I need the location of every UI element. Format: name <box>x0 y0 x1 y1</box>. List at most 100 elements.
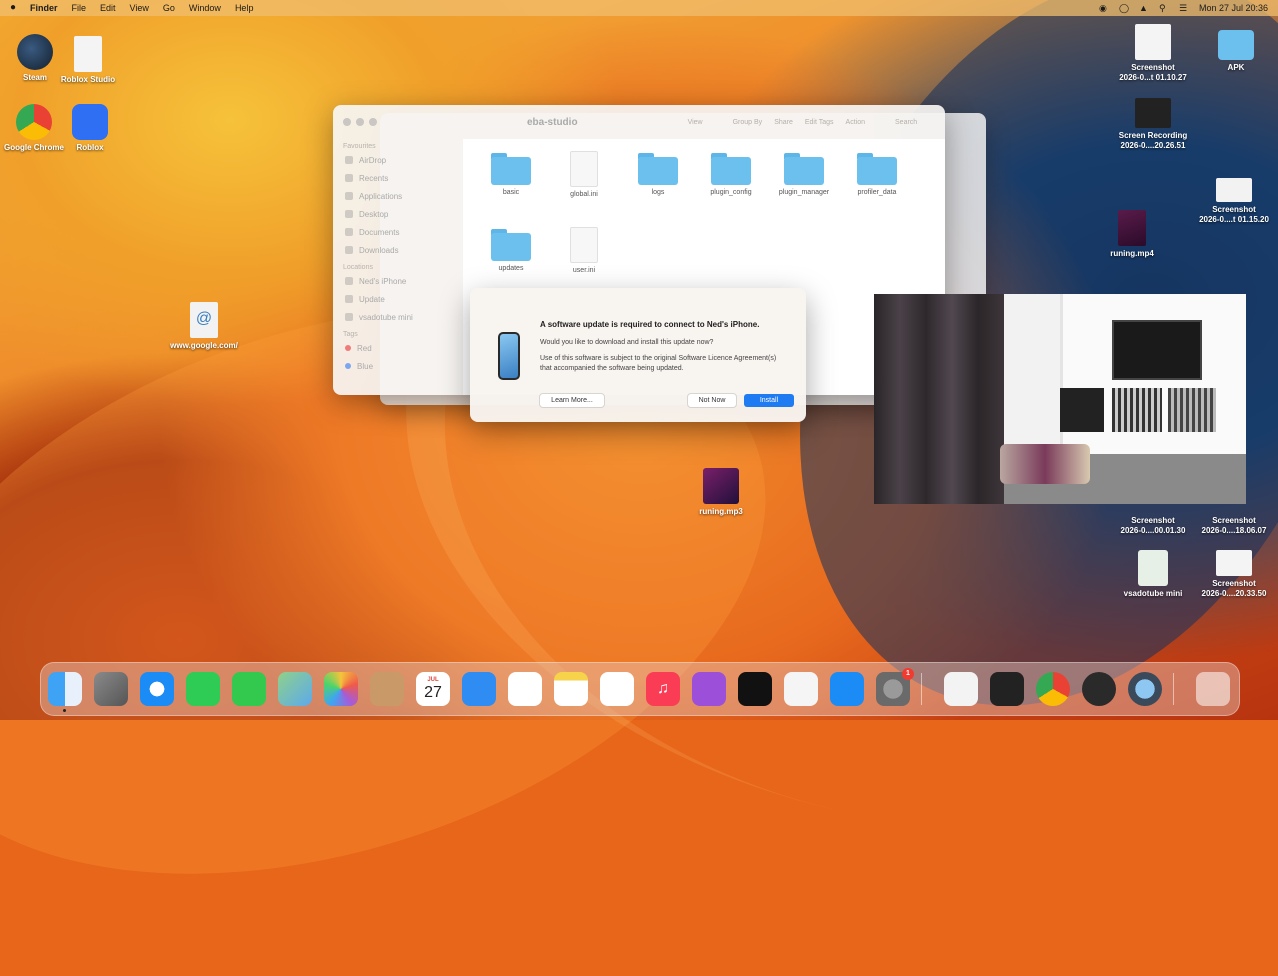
sidebar-item-label: Applications <box>359 191 403 201</box>
sidebar-item-recents[interactable]: Recents <box>345 172 463 184</box>
freeform-icon[interactable] <box>600 672 634 706</box>
terminal-icon[interactable] <box>990 672 1024 706</box>
file-item-updates[interactable]: updates <box>476 229 546 272</box>
chrome-icon[interactable] <box>1036 672 1070 706</box>
sidebar-item-label: Red <box>357 343 372 353</box>
close-button[interactable] <box>343 118 351 126</box>
calendar-icon[interactable]: JUL 27 <box>416 672 450 706</box>
sidebar-item-downloads[interactable]: Downloads <box>345 244 463 256</box>
search-icon[interactable]: ⚲ <box>1159 3 1169 13</box>
trash-icon[interactable] <box>1196 672 1230 706</box>
desktop-icon-running-mp4[interactable]: runing.mp4 <box>1092 210 1172 259</box>
camera-shelf-cube <box>1168 388 1216 432</box>
desktop-icon-google-link[interactable]: @ www.google.com/ <box>164 302 244 351</box>
tv-icon[interactable] <box>738 672 772 706</box>
desktop-icon-apk[interactable]: APK <box>1196 26 1276 73</box>
music-icon[interactable]: ♫ <box>646 672 680 706</box>
file-item-plugin-manager[interactable]: plugin_manager <box>769 153 839 196</box>
quicktime-icon[interactable] <box>1128 672 1162 706</box>
toolbar-view[interactable]: View <box>688 119 703 126</box>
file-item-global-ini[interactable]: global.ini <box>549 151 619 198</box>
desktop-icon-roblox-studio[interactable]: Roblox Studio <box>48 36 128 85</box>
wifi-icon[interactable]: ▲ <box>1139 3 1149 13</box>
maps-icon[interactable] <box>278 672 312 706</box>
desktop-icon-screenshot[interactable]: Screenshot 2026-0...t 01.10.27 <box>1113 24 1193 83</box>
system-settings-icon[interactable]: 1 <box>876 668 914 706</box>
minimize-button[interactable] <box>356 118 364 126</box>
textedit-icon[interactable] <box>944 672 978 706</box>
file-item-user-ini[interactable]: user.ini <box>549 227 619 274</box>
sidebar-item-update[interactable]: Update <box>345 293 463 305</box>
toolbar-share[interactable]: Share <box>774 119 793 126</box>
toolbar-action[interactable]: Action <box>846 119 865 126</box>
menu-go[interactable]: Go <box>163 3 175 13</box>
sidebar-item-applications[interactable]: Applications <box>345 190 463 202</box>
toolbar-edit-tags[interactable]: Edit Tags <box>805 119 834 126</box>
finder-icon[interactable] <box>48 672 82 706</box>
file-item-plugin-config[interactable]: plugin_config <box>696 153 766 196</box>
mail-icon[interactable] <box>462 672 496 706</box>
menu-app-name[interactable]: Finder <box>30 3 58 13</box>
folder-icon <box>711 153 751 185</box>
menu-file[interactable]: File <box>72 3 87 13</box>
desktop-icon-running-mp3[interactable]: runing.mp3 <box>681 468 761 517</box>
file-item-basic[interactable]: basic <box>476 153 546 196</box>
zoom-button[interactable] <box>369 118 377 126</box>
window-controls <box>343 118 377 126</box>
podcasts-icon[interactable] <box>692 672 726 706</box>
dialog-question: Would you like to download and install t… <box>540 339 714 346</box>
finder-titlebar[interactable]: eba-studio View Group By Share Edit Tags… <box>333 105 945 139</box>
file-item-profiler-data[interactable]: profiler_data <box>842 153 912 196</box>
desktop-icon-label: Roblox <box>76 143 104 152</box>
menu-window[interactable]: Window <box>189 3 221 13</box>
sidebar-item-tag-blue[interactable]: Blue <box>345 360 463 372</box>
apple-menu-icon[interactable]: ● <box>10 2 22 14</box>
launchpad-icon[interactable] <box>94 672 128 706</box>
menu-edit[interactable]: Edit <box>100 3 116 13</box>
sidebar-item-airdrop[interactable]: AirDrop <box>345 154 463 166</box>
file-item-label: updates <box>498 265 524 272</box>
install-button[interactable]: Install <box>744 394 794 407</box>
menu-clock[interactable]: Mon 27 Jul 20:36 <box>1199 3 1268 13</box>
camera-shelf-cube <box>1060 388 1104 432</box>
desktop-icon-screenshot[interactable]: Screenshot 2026-0....t 01.15.20 <box>1194 178 1274 225</box>
sidebar-item-documents[interactable]: Documents <box>345 226 463 238</box>
file-item-logs[interactable]: logs <box>623 153 693 196</box>
sidebar-item-vsadotube-mini[interactable]: vsadotube mini <box>345 311 463 323</box>
menu-help[interactable]: Help <box>235 3 254 13</box>
notes-icon[interactable] <box>554 672 588 706</box>
folder-icon <box>638 153 678 185</box>
app-store-icon[interactable] <box>830 672 864 706</box>
desktop-icon-roblox[interactable]: Roblox <box>50 104 130 153</box>
desktop-icon-label: Screen Recording <box>1118 131 1188 140</box>
sidebar-item-desktop[interactable]: Desktop <box>345 208 463 220</box>
photos-icon[interactable] <box>324 672 358 706</box>
desktop-icon-screen-recording[interactable]: Screen Recording 2026-0....20.26.51 <box>1113 98 1193 151</box>
news-icon[interactable] <box>784 672 818 706</box>
safari-icon[interactable] <box>140 672 174 706</box>
messages-icon[interactable] <box>232 672 266 706</box>
menu-view[interactable]: View <box>130 3 149 13</box>
sidebar-item-neds-iphone[interactable]: Ned's iPhone <box>345 275 463 287</box>
not-now-button[interactable]: Not Now <box>688 394 736 407</box>
toolbar-group-by[interactable]: Group By <box>733 119 763 126</box>
facetime-icon[interactable] <box>186 672 220 706</box>
obs-icon[interactable] <box>1082 672 1116 706</box>
control-center-icon[interactable]: ☰ <box>1179 3 1189 13</box>
desktop-icon-vsadotube-mini[interactable]: vsadotube mini <box>1113 550 1193 599</box>
camera-overlay[interactable] <box>874 294 1246 504</box>
desktop-icon-label: Screenshot <box>1212 579 1256 588</box>
tag-red-icon <box>345 345 351 351</box>
file-item-label: plugin_manager <box>778 189 830 196</box>
screen-time-icon[interactable]: ◯ <box>1119 3 1129 13</box>
record-status-icon[interactable]: ◉ <box>1099 3 1109 13</box>
desktop-icon-screenshot[interactable]: Screenshot 2026-0....20.33.50 <box>1194 550 1274 599</box>
folder-icon <box>784 153 824 185</box>
sidebar-item-label: Recents <box>359 173 389 183</box>
learn-more-button[interactable]: Learn More... <box>540 394 604 407</box>
contacts-icon[interactable] <box>370 672 404 706</box>
document-icon <box>74 36 102 72</box>
sidebar-item-tag-red[interactable]: Red <box>345 342 463 354</box>
reminders-icon[interactable] <box>508 672 542 706</box>
toolbar-search[interactable]: Search <box>895 119 917 126</box>
